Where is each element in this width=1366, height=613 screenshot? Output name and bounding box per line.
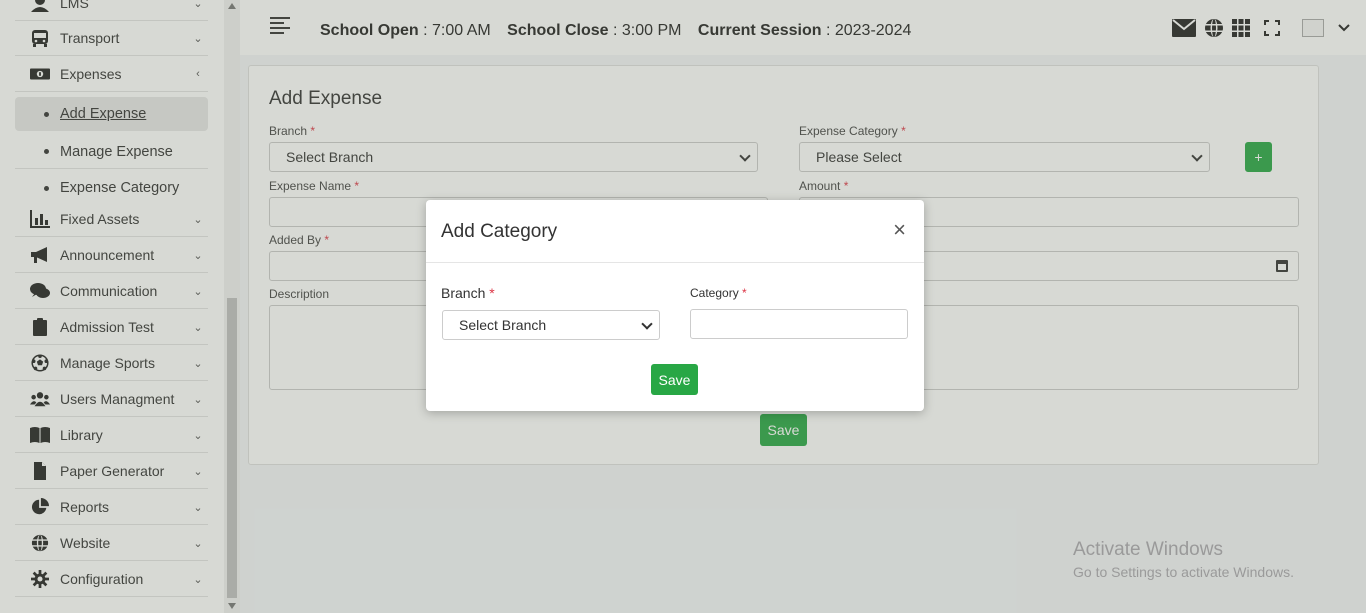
modal-branch-label: Branch * (441, 285, 495, 301)
modal-branch-select[interactable]: Select Branch (442, 310, 660, 340)
activate-windows-title: Activate Windows (1073, 539, 1223, 560)
add-category-modal: Add Category × Branch * Select Branch Ca… (426, 200, 924, 411)
modal-header: Add Category × (426, 200, 924, 263)
modal-title: Add Category (441, 221, 558, 242)
chevron-down-icon (641, 318, 653, 330)
activate-windows-subtitle: Go to Settings to activate Windows. (1073, 564, 1294, 580)
modal-save-button[interactable]: Save (651, 364, 698, 395)
modal-category-label: Category * (690, 286, 747, 300)
modal-branch-select-value: Select Branch (459, 317, 547, 333)
modal-category-input[interactable] (690, 309, 908, 339)
close-icon[interactable]: × (893, 219, 906, 241)
